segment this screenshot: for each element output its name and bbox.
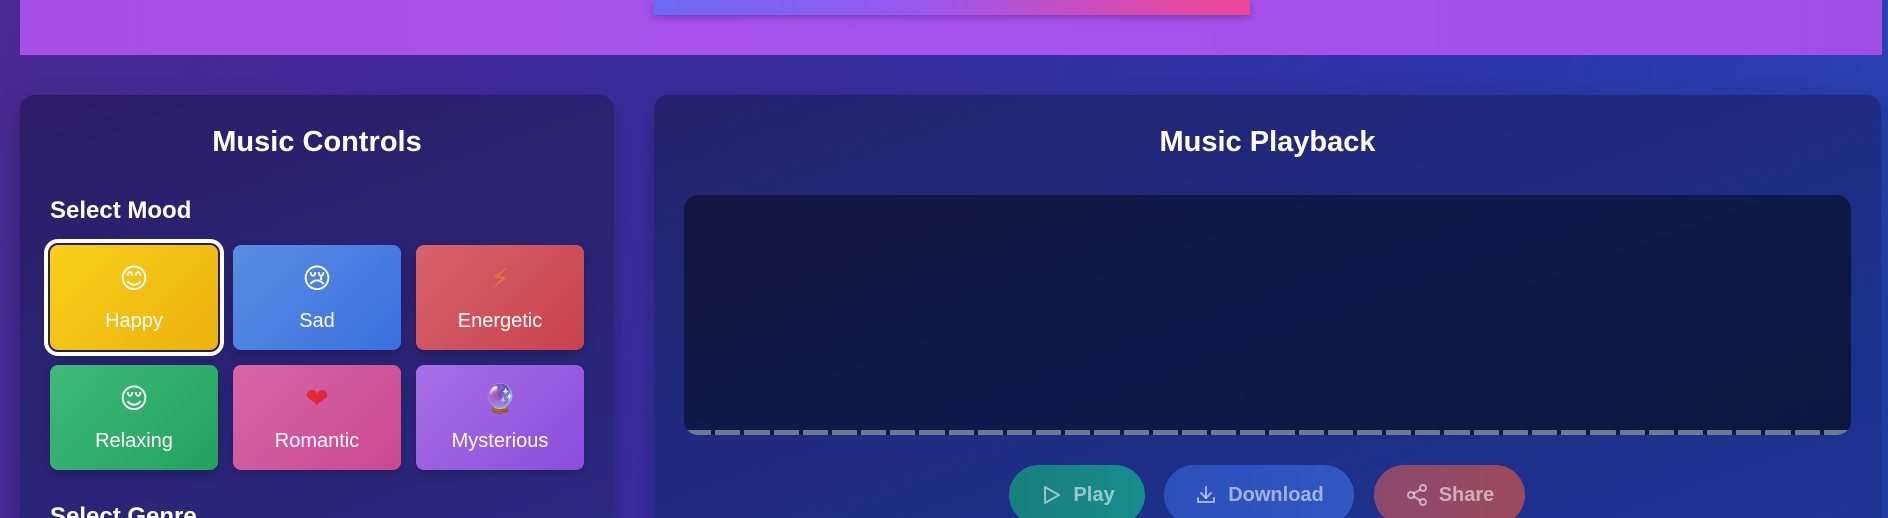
waveform-bar — [1677, 430, 1704, 435]
waveform-bar — [802, 430, 828, 435]
share-icon — [1406, 484, 1427, 506]
download-button[interactable]: Download — [1164, 465, 1354, 518]
play-button[interactable]: Play — [1009, 465, 1145, 518]
waveform-bar — [744, 430, 770, 435]
relieved-face-icon: 😌 — [119, 382, 149, 415]
music-playback-title: Music Playback — [1159, 126, 1376, 158]
waveform-bar — [1707, 430, 1733, 435]
waveform-bar — [1006, 430, 1033, 435]
download-button-label: Download — [1228, 483, 1324, 506]
waveform-bar — [890, 430, 916, 435]
mood-card-romantic[interactable]: ❤ Romantic — [233, 365, 401, 470]
mood-card-relaxing[interactable]: 😌 Relaxing — [50, 365, 218, 470]
waveform-bar — [948, 430, 974, 435]
waveform-bar — [1648, 430, 1674, 435]
waveform-bar — [1561, 430, 1587, 435]
waveform-bar — [1356, 430, 1383, 435]
mood-label-mysterious: Mysterious — [451, 430, 549, 452]
mood-card-energetic[interactable]: ⚡ Energetic — [416, 245, 584, 350]
waveform-bar — [1794, 430, 1820, 435]
waveform-bar — [773, 430, 799, 435]
crystal-ball-icon: 🔮 — [482, 382, 518, 415]
waveform-bar — [1240, 430, 1266, 435]
music-playback-panel: Music Playback Play Download Share — [654, 95, 1881, 518]
waveform-bar — [1736, 430, 1762, 435]
waveform-bar — [686, 430, 712, 435]
waveform-bar — [1473, 430, 1499, 435]
share-button[interactable]: Share — [1374, 465, 1525, 518]
waveform-bar — [1502, 430, 1528, 435]
music-controls-panel: Music Controls Select Mood 😊 Happy 😢 Sad… — [20, 95, 614, 518]
mood-label-sad: Sad — [299, 310, 335, 332]
waveform-bar — [1386, 430, 1412, 435]
waveform-bar — [1619, 430, 1645, 435]
lightning-icon: ⚡ — [490, 262, 510, 295]
waveform-bar — [1123, 430, 1149, 435]
sad-face-icon: 😢 — [302, 262, 332, 295]
mood-card-sad[interactable]: 😢 Sad — [233, 245, 401, 350]
mood-label-happy: Happy — [105, 310, 163, 332]
waveform-bar — [1298, 430, 1324, 435]
play-button-label: Play — [1073, 483, 1115, 506]
smiling-face-icon: 😊 — [119, 262, 149, 295]
waveform-bar — [831, 430, 858, 435]
download-icon — [1197, 486, 1216, 503]
play-icon — [1044, 486, 1061, 504]
waveform-bar — [1211, 430, 1237, 435]
waveform-bar — [861, 430, 887, 435]
waveform-bar — [1327, 430, 1353, 435]
music-controls-title: Music Controls — [212, 126, 422, 158]
waveform-bar — [1823, 430, 1849, 435]
mood-card-mysterious[interactable]: 🔮 Mysterious — [416, 365, 584, 470]
heart-icon: ❤ — [305, 382, 329, 415]
waveform-bar — [1036, 430, 1062, 435]
waveform-bar — [1765, 430, 1791, 435]
waveform-bar — [1065, 430, 1091, 435]
waveform-visualizer — [684, 195, 1851, 435]
waveform-bar — [715, 430, 741, 435]
waveform-bar — [977, 430, 1003, 435]
header-accent-strip — [653, 0, 1250, 15]
waveform-bar — [1094, 430, 1120, 435]
share-button-label: Share — [1438, 483, 1495, 506]
mood-label-energetic: Energetic — [457, 310, 543, 332]
mood-card-happy[interactable]: 😊 Happy — [44, 239, 224, 356]
waveform-bar — [1269, 430, 1295, 435]
select-genre-label: Select Genre — [50, 503, 197, 518]
waveform-bar — [1181, 430, 1208, 435]
waveform-bar — [1415, 430, 1441, 435]
waveform-bar — [1444, 430, 1470, 435]
waveform-bars — [684, 430, 1851, 435]
mood-label-relaxing: Relaxing — [95, 430, 173, 452]
waveform-bar — [919, 430, 945, 435]
waveform-bar — [1531, 430, 1558, 435]
mood-label-romantic: Romantic — [274, 430, 360, 452]
waveform-bar — [1152, 430, 1178, 435]
waveform-bar — [1590, 430, 1616, 435]
select-mood-label: Select Mood — [50, 197, 192, 224]
